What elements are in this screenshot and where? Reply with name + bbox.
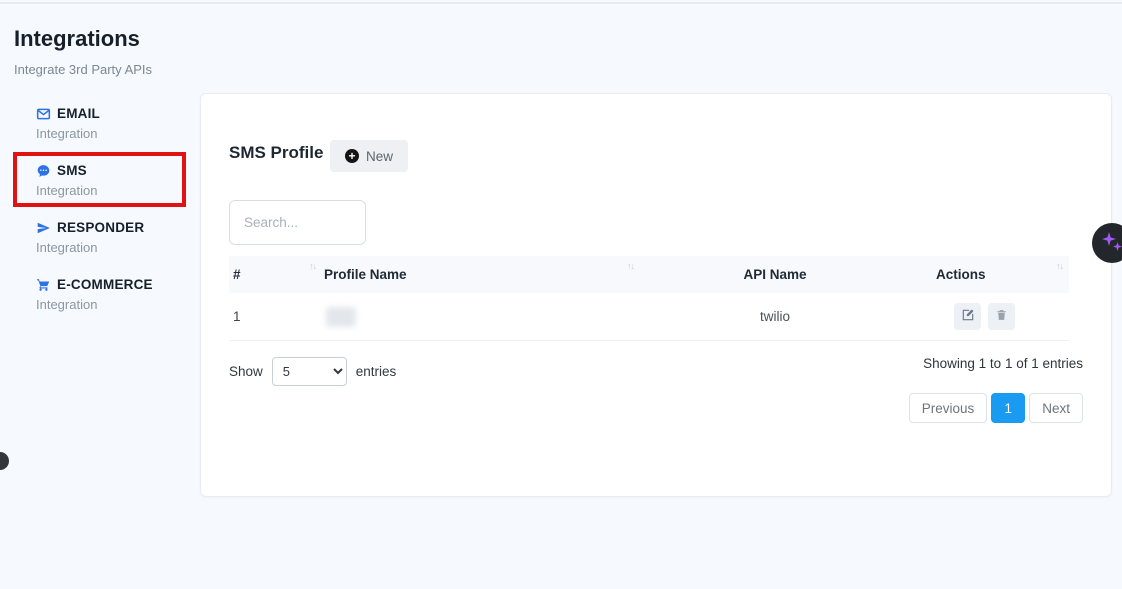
envelope-icon (36, 107, 51, 121)
sidebar-item-sublabel: Integration (36, 240, 196, 255)
entries-per-page-select[interactable]: 5 (272, 357, 347, 386)
page-title: Integrations (14, 26, 140, 52)
sidebar-item-email[interactable]: EMAIL Integration (36, 106, 196, 141)
paper-plane-icon (36, 221, 51, 235)
top-border-line (0, 2, 1122, 4)
trash-icon (995, 308, 1008, 325)
column-header-index[interactable]: # ↑↓ (229, 256, 324, 293)
sms-bubble-icon (36, 164, 51, 178)
column-label: API Name (743, 267, 806, 282)
entries-per-page-control: Show 5 entries (229, 357, 396, 386)
sort-icon[interactable]: ↑↓ (309, 261, 316, 271)
delete-button[interactable] (988, 303, 1015, 330)
sidebar-item-responder[interactable]: RESPONDER Integration (36, 220, 196, 255)
actions-cell (906, 303, 1069, 330)
new-button-label: New (366, 149, 393, 164)
current-page-button[interactable]: 1 (991, 393, 1025, 423)
pagination: Previous 1 Next (909, 393, 1083, 423)
search-input[interactable] (229, 200, 366, 245)
show-label: Show (229, 364, 263, 379)
sidebar-item-ecommerce[interactable]: E-COMMERCE Integration (36, 277, 196, 312)
api-name-cell: twilio (644, 309, 906, 324)
sidebar-item-sms[interactable]: SMS Integration (36, 163, 196, 198)
sidebar-item-sublabel: Integration (36, 126, 196, 141)
sidebar-item-sublabel: Integration (36, 297, 196, 312)
sidebar-item-label: SMS (57, 163, 87, 178)
showing-entries-status: Showing 1 to 1 of 1 entries (923, 356, 1083, 371)
integrations-sidebar: EMAIL Integration SMS Integration RESPON… (36, 106, 196, 334)
edit-button[interactable] (954, 303, 981, 330)
column-header-api-name[interactable]: API Name (644, 256, 906, 293)
column-header-profile-name[interactable]: Profile Name ↑↓ (324, 256, 644, 293)
next-page-button[interactable]: Next (1029, 393, 1083, 423)
panel-title: SMS Profile (229, 143, 323, 163)
sparkles-icon (1100, 230, 1122, 257)
sidebar-item-label: E-COMMERCE (57, 277, 153, 292)
new-profile-button[interactable]: + New (330, 140, 408, 172)
sidebar-item-label: RESPONDER (57, 220, 144, 235)
previous-page-button[interactable]: Previous (909, 393, 988, 423)
profile-name-cell (324, 307, 644, 327)
column-label: Actions (936, 267, 986, 282)
left-edge-widget-dot[interactable] (0, 452, 9, 470)
row-index-cell: 1 (229, 309, 324, 324)
column-header-actions[interactable]: Actions ↑↓ (906, 256, 1069, 293)
sms-profile-table: # ↑↓ Profile Name ↑↓ API Name Actions ↑↓… (229, 256, 1069, 341)
entries-label: entries (356, 364, 397, 379)
sort-icon[interactable]: ↑↓ (1056, 261, 1063, 271)
sidebar-item-label: EMAIL (57, 106, 100, 121)
redacted-profile-name (326, 307, 356, 327)
table-row: 1 twilio (229, 293, 1069, 341)
sms-profile-panel: SMS Profile + New # ↑↓ Profile Name ↑↓ A… (200, 93, 1112, 497)
sort-icon[interactable]: ↑↓ (627, 261, 634, 271)
column-label: # (233, 267, 241, 282)
edit-icon (961, 308, 975, 325)
column-label: Profile Name (324, 267, 407, 282)
table-header-row: # ↑↓ Profile Name ↑↓ API Name Actions ↑↓ (229, 256, 1069, 293)
shopping-cart-icon (36, 278, 51, 292)
page-subtitle: Integrate 3rd Party APIs (14, 62, 152, 77)
plus-circle-icon: + (345, 149, 359, 163)
sidebar-item-sublabel: Integration (36, 183, 196, 198)
